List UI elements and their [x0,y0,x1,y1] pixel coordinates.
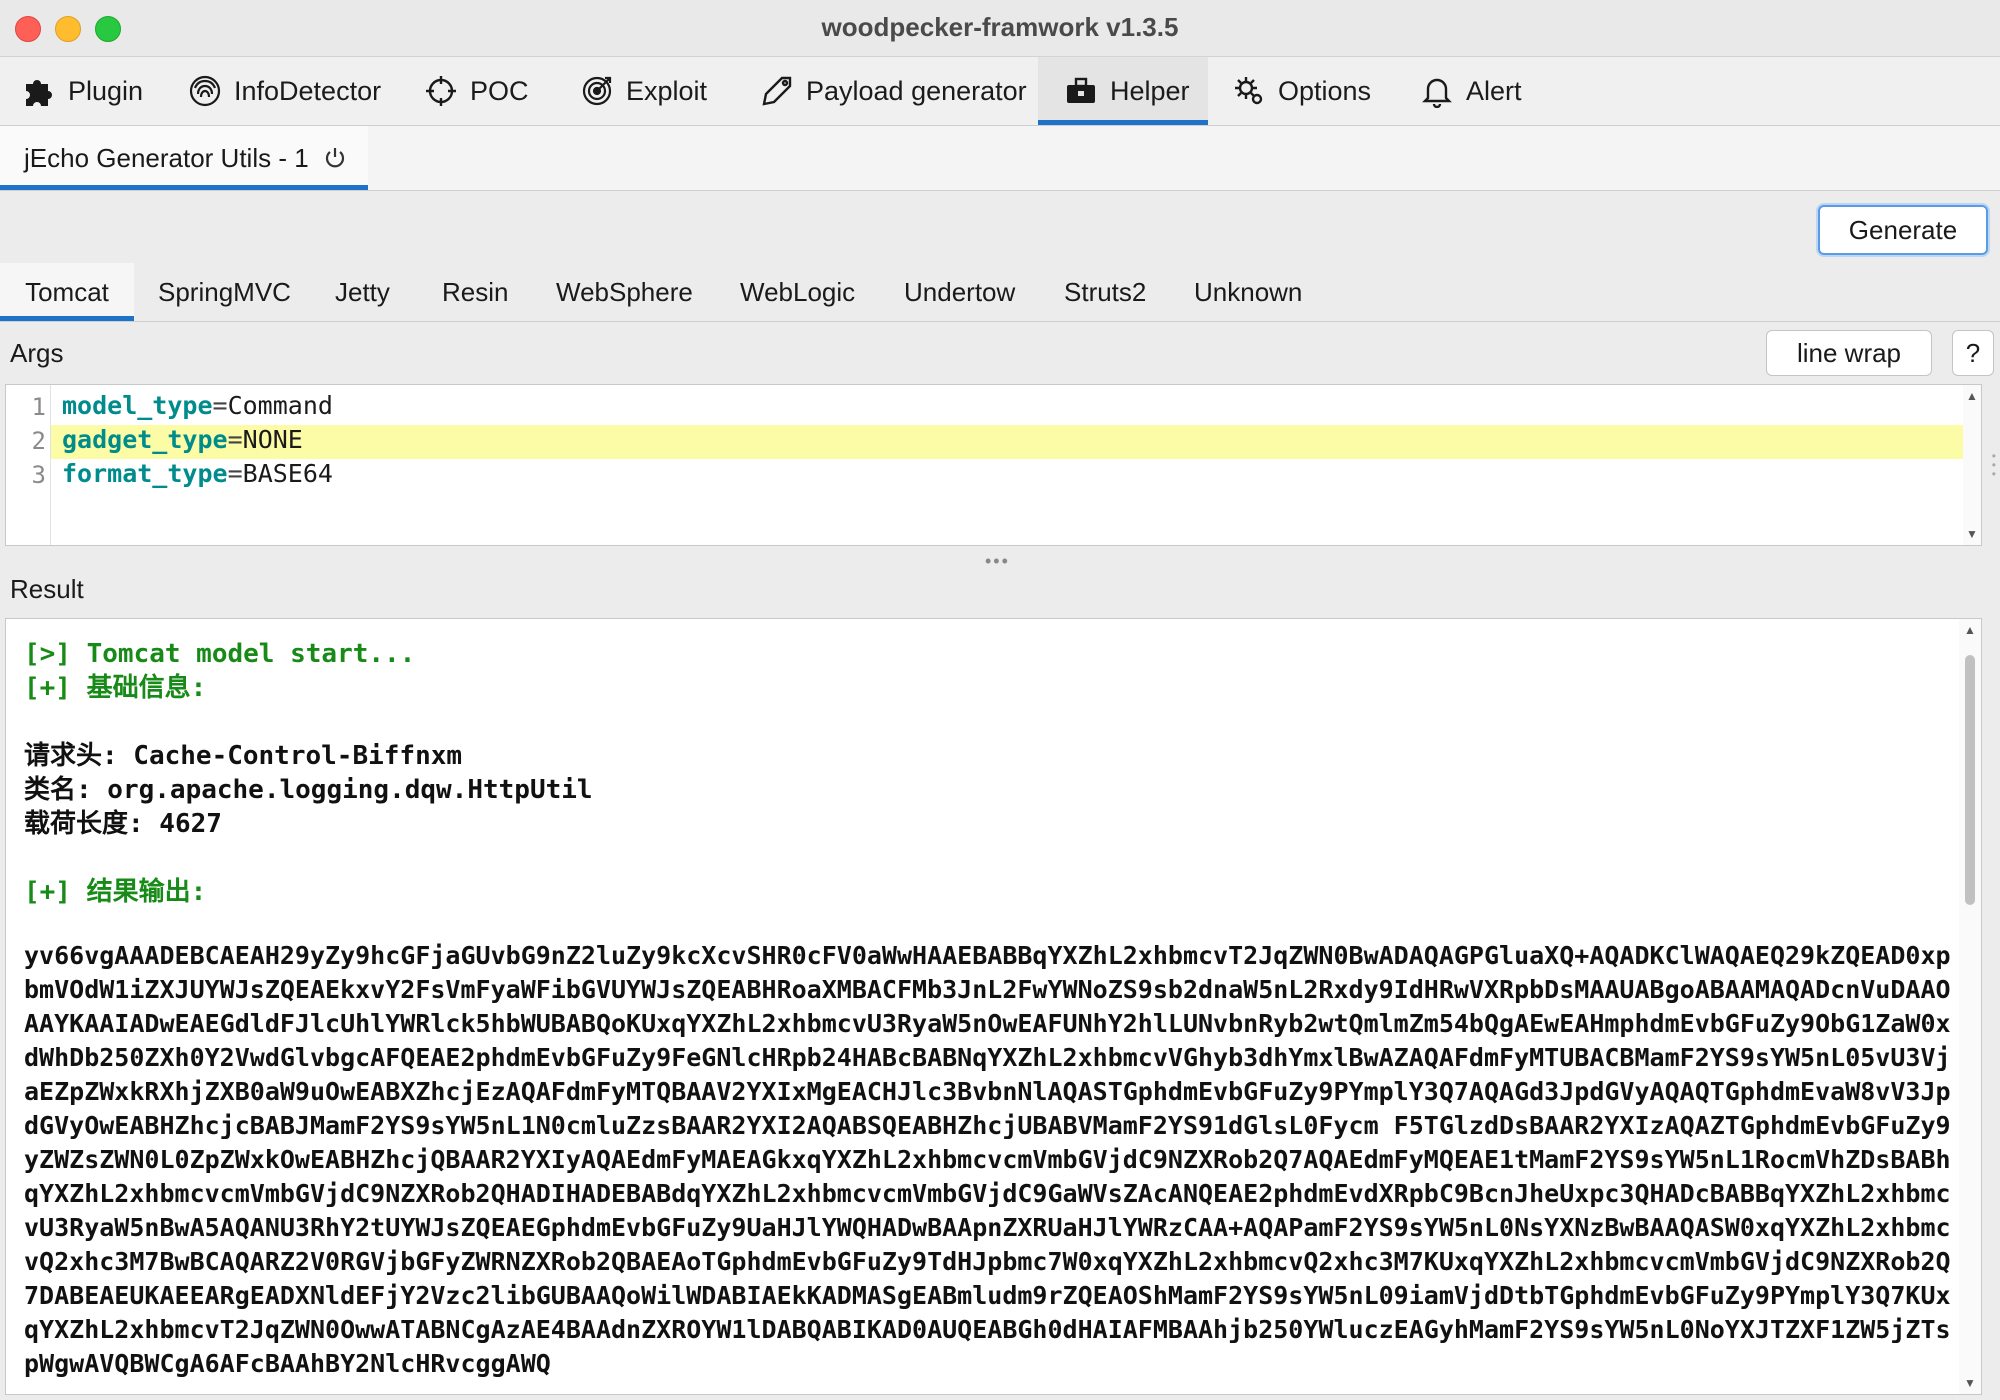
info-header: [+] 基础信息: [24,673,207,703]
length-line: 载荷长度: 4627 [24,809,222,839]
window-title: woodpecker-framwork v1.3.5 [821,12,1179,42]
tab-label: Exploit [626,75,708,106]
tab-label: Helper [1110,75,1190,106]
scroll-thumb[interactable] [1965,655,1975,905]
class-line: 类名: org.apache.logging.dqw.HttpUtil [24,775,593,805]
header-line: 请求头: Cache-Control-Biffnxm [24,741,463,771]
server-tab-bar: Tomcat SpringMVC Jetty Resin WebSphere W… [0,263,2000,322]
code-line: gadget_type=NONE [62,425,303,454]
title-bar: woodpecker-framwork v1.3.5 [0,0,2000,57]
result-label: Result [10,574,84,604]
arg-key: model_type [62,391,213,420]
tab-jetty[interactable]: Jetty [335,263,390,321]
tab-label: Payload generator [806,75,1027,106]
tab-options[interactable]: Options [1232,57,1371,125]
tab-weblogic[interactable]: WebLogic [740,263,855,321]
tab-helper[interactable]: Helper [1038,57,1208,125]
toolbox-icon [1064,74,1098,108]
line-number: 3 [31,461,46,489]
bell-icon [1420,74,1454,108]
arg-value: BASE64 [242,459,333,488]
help-button[interactable]: ? [1952,330,1994,376]
tab-resin[interactable]: Resin [442,263,508,321]
arg-key: gadget_type [62,425,228,454]
line-number: 1 [31,393,46,421]
scroll-up-icon[interactable]: ▲ [1964,623,1976,637]
line-wrap-button[interactable]: line wrap [1766,330,1932,376]
line-number: 2 [31,427,46,455]
code-line: model_type=Command [62,391,333,420]
args-label: Args [10,338,64,368]
sub-tab-label: jEcho Generator Utils - 1 [24,142,309,173]
payload-output: yv66vgAAADEBCAEAH29yZy9hcGFjaGUvbG9nZ2lu… [24,941,1951,1378]
tab-label: InfoDetector [234,75,382,106]
tab-label: Options [1278,75,1372,106]
main-tab-bar: Plugin InfoDetector POC Exploit Payload … [0,57,2000,126]
tab-struts2[interactable]: Struts2 [1064,263,1146,321]
tab-unknown[interactable]: Unknown [1194,263,1302,321]
tab-payload-generator[interactable]: Payload generator [760,57,1027,125]
crosshair-icon [424,74,458,108]
tab-exploit[interactable]: Exploit [580,57,707,125]
tab-undertow[interactable]: Undertow [904,263,1015,321]
power-icon[interactable] [323,146,347,170]
result-output[interactable]: [>] Tomcat model start...[+] 基础信息:​请求头: … [5,618,1982,1395]
arg-key: format_type [62,459,228,488]
tab-infodetector[interactable]: InfoDetector [188,57,381,125]
gears-icon [1232,74,1266,108]
args-scrollbar[interactable]: ▲ ▼ [1963,385,1981,545]
scroll-down-icon[interactable]: ▼ [1966,527,1978,541]
generate-button[interactable]: Generate [1818,205,1988,255]
args-editor[interactable]: 1 model_type=Command 2 gadget_type=NONE … [5,384,1982,546]
arg-value: Command [227,391,333,420]
puzzle-icon [22,74,56,108]
sub-tab-bar: jEcho Generator Utils - 1 [0,126,2000,191]
tab-springmvc[interactable]: SpringMVC [158,263,291,321]
tab-poc[interactable]: POC [424,57,529,125]
code-line: format_type=BASE64 [62,459,333,488]
target-icon [580,74,614,108]
generate-bar: Generate [0,191,2000,263]
tab-label: Alert [1466,75,1522,106]
start-line: [>] Tomcat model start... [24,639,416,669]
tab-plugin[interactable]: Plugin [22,57,143,125]
result-scrollbar[interactable]: ▲ ▼ [1959,619,1981,1394]
tab-label: Plugin [68,75,144,106]
tag-icon [760,74,794,108]
app-window: woodpecker-framwork v1.3.5 Plugin InfoDe… [0,0,2000,1400]
tab-websphere[interactable]: WebSphere [556,263,693,321]
tab-alert[interactable]: Alert [1420,57,1522,125]
arg-value: NONE [242,425,303,454]
fingerprint-icon [188,74,222,108]
result-text: [>] Tomcat model start...[+] 基础信息:​请求头: … [24,637,1941,909]
grip-icon[interactable]: • • • [1992,450,1996,480]
scroll-down-icon[interactable]: ▼ [1964,1376,1976,1390]
tab-jecho-generator[interactable]: jEcho Generator Utils - 1 [0,126,368,190]
splitter-handle-icon[interactable]: ••• [985,551,1010,572]
current-line-highlight [51,425,1968,459]
scroll-up-icon[interactable]: ▲ [1966,389,1978,403]
tab-label: POC [470,75,529,106]
output-header: [+] 结果输出: [24,877,207,907]
tab-tomcat[interactable]: Tomcat [0,263,134,321]
